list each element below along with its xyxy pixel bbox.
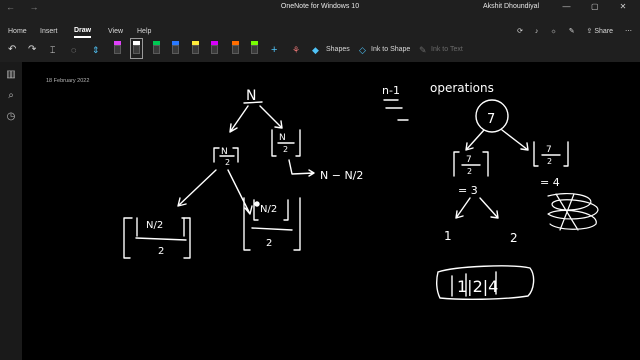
ink-arrow-right (259, 105, 283, 129)
ink-half2-top: N (279, 133, 286, 143)
ink-arrow-formula (288, 159, 315, 177)
ink-leaf-a-bot: 2 (158, 246, 164, 257)
ink-leaf-b: N/2 (260, 204, 277, 215)
ink-leaf-a: N/2 (146, 220, 163, 231)
ink-formula: N − N/2 (320, 169, 363, 182)
ink-arrow-to-1 (455, 197, 471, 219)
ink-two: 2 (510, 231, 518, 245)
ink-arrow-lr (227, 169, 253, 215)
ink-eq-a: = 3 (458, 184, 478, 197)
ink-one: 1 (444, 229, 452, 243)
ink-seven-b-top: 7 (546, 145, 552, 155)
ink-seven-b-bot: 2 (547, 157, 552, 166)
ink-arrow-ll (177, 169, 217, 207)
ink-half-bot: 2 (225, 158, 230, 167)
ink-arrow-to-2 (479, 197, 499, 219)
ink-seven-arrow-l (465, 129, 485, 151)
ink-leaf-a-bar (135, 237, 187, 241)
ink-root-n: N (246, 88, 256, 104)
ink-n-minus-1: n-1 (382, 84, 400, 97)
ink-box-values: 1|2|4 (457, 277, 498, 296)
ink-half2-bot: 2 (283, 145, 288, 154)
ink-seven-arrow-r (501, 129, 529, 151)
ink-layer: N N 2 N 2 N − N/2 N/2 2 N/2 2 n-1 operat… (123, 81, 599, 301)
ink-scribble (547, 192, 599, 231)
ink-leaf-b-bot: 2 (266, 238, 272, 249)
ink-eq-b: = 4 (540, 176, 560, 189)
ink-leaf-b-bar (251, 227, 293, 231)
ink-seven-a-top: 7 (466, 155, 472, 165)
ink-operations: operations (430, 81, 494, 95)
ink-seven: 7 (487, 112, 495, 127)
ink-arrow-left (229, 105, 249, 133)
ink-dot (254, 201, 260, 207)
ink-root-underline (243, 101, 263, 104)
ink-n-minus-1-marks (383, 99, 409, 121)
ink-seven-a-bot: 2 (467, 167, 472, 176)
